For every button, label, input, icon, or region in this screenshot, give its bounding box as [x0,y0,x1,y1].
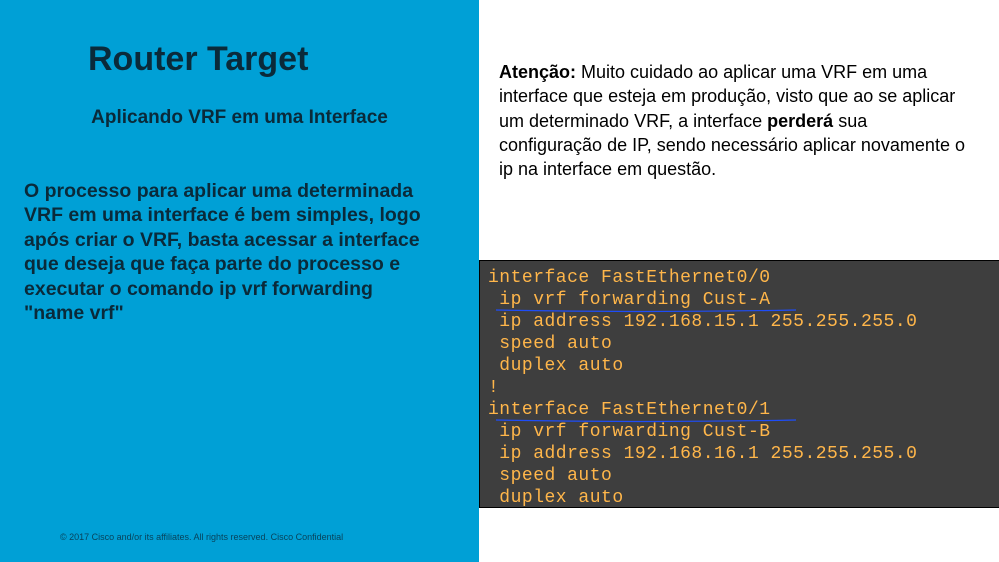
page-title: Router Target [88,40,455,79]
warning-bold: perderá [767,111,833,131]
terminal-line: ip address 192.168.16.1 255.255.255.0 [488,443,991,465]
terminal-line: ip address 192.168.15.1 255.255.255.0 [488,311,991,333]
right-panel: Atenção: Muito cuidado ao aplicar uma VR… [479,0,999,562]
terminal-output: interface FastEthernet0/0 ip vrf forward… [479,260,999,508]
terminal-line: duplex auto [488,355,991,377]
left-body-text: O processo para aplicar uma determinada … [24,179,455,325]
terminal-line: speed auto [488,333,991,355]
page-subtitle: Aplicando VRF em uma Interface [24,107,455,129]
terminal-line: speed auto [488,465,991,487]
copyright-text: © 2017 Cisco and/or its affiliates. All … [60,532,455,542]
terminal-line: ip vrf forwarding Cust-A [488,289,991,311]
warning-label: Atenção: [499,62,576,82]
terminal-line: ip vrf forwarding Cust-B [488,421,991,443]
terminal-line: duplex auto [488,487,991,508]
terminal-line: interface FastEthernet0/1 [488,399,991,421]
warning-text: Atenção: Muito cuidado ao aplicar uma VR… [479,0,999,181]
terminal-line: ! [488,377,991,399]
left-panel: Router Target Aplicando VRF em uma Inter… [0,0,479,562]
terminal-line: interface FastEthernet0/0 [488,267,991,289]
